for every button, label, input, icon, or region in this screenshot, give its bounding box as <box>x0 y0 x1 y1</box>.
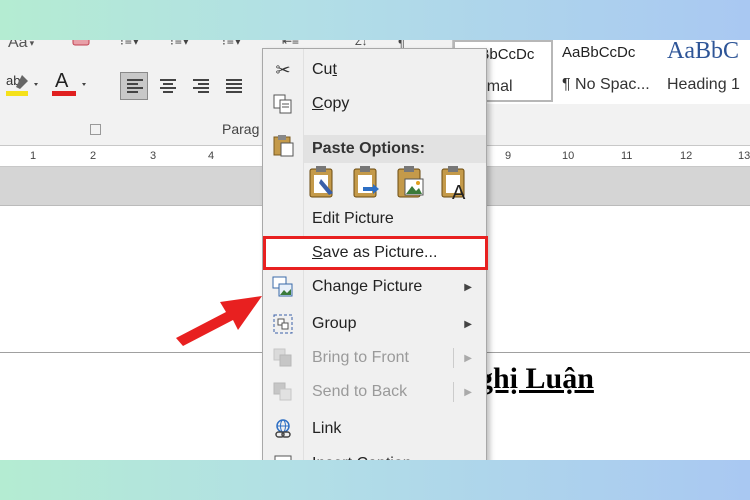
bullets-button[interactable]: ⁝≡▾ <box>120 40 140 48</box>
align-right-button[interactable] <box>186 72 214 100</box>
font-dialog-launcher[interactable] <box>90 124 101 135</box>
submenu-arrow-icon: ▶ <box>464 352 472 364</box>
paste-picture-icon <box>397 166 424 198</box>
styles-gallery: AaBbCcDc Normal AaBbCcDc ¶ No Spac... Aa… <box>452 40 750 104</box>
sort-icon: Z↓ <box>355 40 368 48</box>
caption-icon <box>271 452 295 460</box>
keep-source-formatting-icon <box>309 166 333 198</box>
highlighter-icon: ab <box>6 73 38 96</box>
submenu-arrow-icon: ▶ <box>464 281 472 293</box>
word-screenshot: Aa ▾ ⁝≡▾ ⁝≡▾ ⁝≡▾ ⇤≡ Z↓ ¶ ab A Parag AaBb… <box>0 40 750 460</box>
menu-item-cut[interactable]: ✂ Cut <box>263 55 486 85</box>
menu-item-change-picture[interactable]: Change Picture ▶ <box>263 272 486 302</box>
paste-keep-text-only-button[interactable]: A <box>439 165 471 204</box>
change-picture-icon <box>271 275 295 299</box>
align-left-button[interactable] <box>120 72 148 100</box>
svg-text:A: A <box>55 70 69 92</box>
paragraph-group-label: Parag <box>222 121 260 137</box>
style-heading-1[interactable]: AaBbC Heading 1 <box>661 40 750 102</box>
change-case-button[interactable]: Aa ▾ <box>8 40 34 52</box>
bring-to-front-icon <box>271 346 295 370</box>
style-no-spacing[interactable]: AaBbCcDc ¶ No Spac... <box>556 40 656 102</box>
context-menu: ✂ Cut Copy Paste Options: A Edit Picture… <box>262 48 488 460</box>
menu-item-edit-picture[interactable]: Edit Picture <box>263 204 486 234</box>
menu-item-save-as-picture[interactable]: Save as Picture... <box>263 238 486 268</box>
paste-picture-button[interactable] <box>395 165 427 201</box>
svg-text:A: A <box>452 182 466 201</box>
copy-icon <box>271 92 295 116</box>
menu-item-insert-caption[interactable]: Insert Caption... <box>263 449 486 460</box>
menu-item-group[interactable]: Group ▶ <box>263 309 486 339</box>
menu-item-bring-to-front: Bring to Front ▶ <box>263 343 486 373</box>
scissors-icon: ✂ <box>275 59 291 80</box>
submenu-arrow-icon: ▶ <box>464 318 472 330</box>
submenu-arrow-icon: ▶ <box>464 386 472 398</box>
document-heading: ghị Luận <box>478 362 594 395</box>
keep-text-only-icon: A <box>441 166 466 204</box>
decrease-indent-button[interactable]: ⇤≡ <box>282 40 299 48</box>
font-color-icon: A <box>52 70 86 96</box>
font-color-button[interactable]: A <box>50 68 92 102</box>
text-highlight-button[interactable]: ab <box>4 68 44 102</box>
paste-options-header: Paste Options: <box>304 135 486 163</box>
indent-icon: ⇤≡ <box>282 40 300 48</box>
paste-options: A <box>307 165 477 205</box>
accelerator-key: t <box>332 61 337 78</box>
justify-button[interactable] <box>219 72 247 100</box>
numbering-button[interactable]: ⁝≡▾ <box>170 40 190 48</box>
numbering-icon: ⁝≡▾ <box>170 40 190 48</box>
send-to-back-icon <box>271 380 295 404</box>
accelerator-key: S <box>312 244 323 261</box>
paste-keep-source-formatting-button[interactable] <box>307 165 339 201</box>
eraser-icon <box>72 40 90 46</box>
sort-button[interactable]: Z↓ <box>355 40 367 48</box>
paste-merge-formatting-button[interactable] <box>351 165 383 201</box>
group-icon <box>271 312 295 336</box>
accelerator-key: C <box>312 95 324 112</box>
multilevel-list-icon: ⁝≡▾ <box>222 40 242 48</box>
menu-item-copy[interactable]: Copy <box>263 89 486 119</box>
align-center-button[interactable] <box>153 72 181 100</box>
merge-formatting-icon <box>353 166 379 198</box>
menu-item-link[interactable]: Link <box>263 414 486 444</box>
link-icon <box>271 417 295 441</box>
clear-formatting-button[interactable] <box>70 40 92 48</box>
clipboard-icon <box>271 133 295 157</box>
red-pointer-arrow-icon <box>176 296 262 346</box>
bullets-icon: ⁝≡▾ <box>120 40 140 48</box>
menu-item-send-to-back: Send to Back ▶ <box>263 377 486 407</box>
multilevel-list-button[interactable]: ⁝≡▾ <box>222 40 242 48</box>
